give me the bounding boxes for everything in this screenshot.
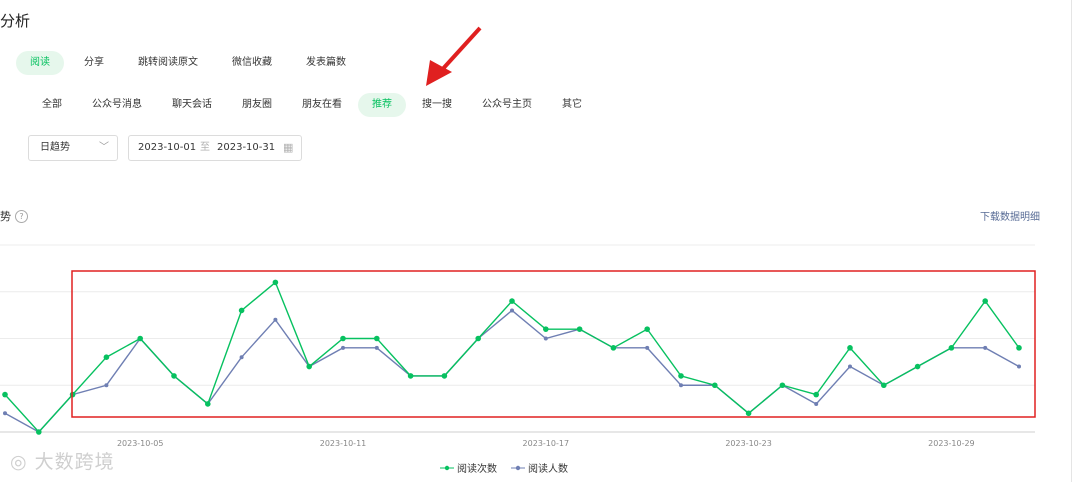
- series-point-1: [239, 355, 244, 360]
- series-point-0: [272, 279, 279, 286]
- series-point-0: [881, 382, 887, 389]
- series-line-0: [4, 281, 1020, 434]
- series-point-0: [948, 345, 955, 351]
- watermark: ◎ 大数跨境: [10, 447, 115, 474]
- legend-swatch-icon: [511, 465, 525, 470]
- series-point-0: [914, 363, 921, 370]
- series-point-0: [171, 373, 177, 379]
- series-point-0: [2, 391, 8, 398]
- series-point-0: [1016, 345, 1022, 351]
- series-point-0: [813, 391, 819, 398]
- series-point-0: [407, 373, 414, 379]
- annotation-arrow-shaft: [438, 26, 482, 74]
- highlight-box: [71, 270, 1036, 418]
- series-line-1: [4, 309, 1020, 433]
- watermark-logo-icon: ◎: [10, 451, 28, 473]
- x-tick-label: 2023-10-11: [320, 439, 367, 448]
- series-point-0: [610, 345, 617, 351]
- x-tick-label: 2023-10-23: [725, 439, 772, 448]
- series-point-1: [1017, 364, 1021, 369]
- series-point-0: [306, 363, 313, 370]
- series-point-0: [441, 373, 448, 379]
- x-tick-label: 2023-10-05: [117, 439, 164, 448]
- series-point-1: [510, 308, 514, 313]
- x-tick-label: 2023-10-29: [928, 439, 975, 448]
- series-point-0: [238, 307, 245, 314]
- series-point-0: [678, 373, 684, 379]
- series-point-1: [3, 411, 7, 416]
- series-point-0: [576, 326, 583, 332]
- series-point-1: [273, 317, 278, 322]
- series-point-0: [779, 382, 786, 389]
- series-point-1: [543, 336, 548, 341]
- series-point-0: [475, 335, 482, 342]
- series-point-1: [848, 364, 852, 369]
- series-point-1: [983, 345, 988, 350]
- vertical-scrollbar[interactable]: [1071, 0, 1080, 482]
- x-tick-label: 2023-10-17: [523, 439, 570, 448]
- legend-label: 阅读人数: [528, 464, 568, 475]
- series-point-1: [374, 345, 379, 350]
- series-point-0: [847, 345, 853, 351]
- series-point-0: [543, 326, 549, 332]
- series-point-1: [104, 383, 109, 388]
- series-point-0: [103, 354, 110, 361]
- series-point-0: [745, 410, 752, 417]
- series-point-1: [341, 345, 345, 350]
- legend-swatch-icon: [440, 465, 454, 470]
- series-point-0: [982, 298, 988, 304]
- legend-item-0[interactable]: 阅读次数: [440, 460, 497, 475]
- series-point-0: [340, 335, 346, 342]
- trend-chart: 2023-10-05 2023-10-11 2023-10-17 2023-10-23…: [0, 26, 1036, 448]
- series-point-0: [36, 429, 42, 435]
- series-point-0: [712, 382, 718, 389]
- legend-label: 阅读次数: [457, 464, 497, 475]
- series-point-1: [679, 383, 683, 388]
- series-point-1: [814, 401, 819, 406]
- series-point-0: [644, 326, 650, 332]
- chart-legend: 阅读次数 阅读人数: [440, 460, 582, 475]
- series-point-1: [645, 345, 650, 350]
- legend-item-1[interactable]: 阅读人数: [511, 460, 568, 475]
- series-point-0: [137, 335, 143, 342]
- series-point-0: [374, 335, 380, 342]
- series-point-0: [509, 298, 515, 304]
- series-point-0: [205, 401, 211, 407]
- watermark-text: 大数跨境: [34, 451, 115, 473]
